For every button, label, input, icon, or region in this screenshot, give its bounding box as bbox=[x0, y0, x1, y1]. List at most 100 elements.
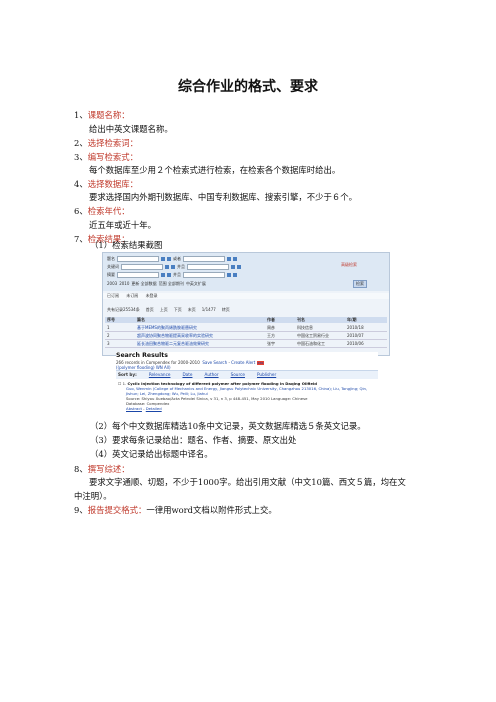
item-8-text: 要求文字通顺、切题，不少于1000字。给出引用文献（中文10篇、西文５篇，均在文 bbox=[89, 477, 406, 487]
row-title[interactable]: 基于MEMS的聚丙烯酰胺驱替研究 bbox=[137, 324, 267, 331]
ev-results-screenshot: Search Results 266 records in Compendex … bbox=[116, 352, 378, 415]
create-alert-link[interactable]: Create Alert bbox=[231, 360, 255, 365]
item-label: 编写检索式： bbox=[87, 152, 138, 162]
expand-icon[interactable] bbox=[233, 272, 237, 277]
search-input[interactable] bbox=[117, 255, 159, 262]
column-header: 作者 bbox=[267, 317, 275, 322]
item-9-text: 一律用word文档以附件形式上交。 bbox=[146, 505, 277, 515]
sort-source[interactable]: Source bbox=[231, 372, 245, 377]
expand-icon[interactable] bbox=[161, 272, 165, 277]
expand-icon[interactable] bbox=[231, 264, 235, 269]
row-year: 2010/07 bbox=[347, 333, 364, 338]
item-label: 课题名称： bbox=[87, 110, 130, 120]
column-header: 篇名 bbox=[137, 317, 145, 322]
item-1: 1、课题名称： bbox=[74, 110, 130, 120]
search-form: 题名 或者 关键词 并且 摘要 并且 2003 2010 更新 全部数据 范围 … bbox=[103, 253, 389, 291]
last-page-link[interactable]: 末页 bbox=[188, 307, 196, 313]
table-row[interactable]: 3 延长油田聚合物驱二元复合驱油效果研究 张宇 中国石油和化工 2010/06 bbox=[105, 340, 387, 348]
item-7-note-3: （3）要求每条记录给出：题名、作者、摘要、原文出处 bbox=[90, 435, 297, 445]
item-label: 撰写综述： bbox=[87, 464, 130, 474]
item-7-note-4: （4）英文记录给出标题中译名。 bbox=[90, 449, 213, 459]
item-number: 9、 bbox=[74, 505, 88, 515]
save-search-link[interactable]: Save Search bbox=[202, 360, 227, 365]
row-author: 王方 bbox=[267, 333, 275, 338]
options-row: 2003 2010 更新 全部数据 范围 全部期刊 中英文扩展 bbox=[107, 281, 206, 287]
field-select[interactable]: 题名 bbox=[107, 256, 115, 262]
row-number: 2 bbox=[107, 333, 110, 338]
search-input[interactable] bbox=[183, 271, 225, 278]
row-author: 张宇 bbox=[267, 341, 275, 346]
logic-select[interactable]: 并且 bbox=[177, 264, 185, 270]
row-number: 3 bbox=[107, 341, 110, 346]
pager-row: 共有记录25534条 首页 上页 下页 末页 1/1477 转页 bbox=[107, 307, 230, 313]
go-button[interactable]: 转页 bbox=[222, 307, 230, 313]
page-indicator: 1/1477 bbox=[201, 307, 216, 312]
search-input[interactable] bbox=[187, 263, 229, 270]
row-journal: 中国化工贸易行业 bbox=[297, 333, 329, 338]
subscribed-button[interactable]: 已订阅 bbox=[107, 293, 119, 298]
row-number: 1 bbox=[107, 325, 110, 330]
expand-icon[interactable] bbox=[227, 272, 231, 277]
abstract-link[interactable]: Abstract bbox=[126, 406, 142, 411]
item-number: 4、 bbox=[74, 179, 88, 189]
item-8-text-cont: 中注明）。 bbox=[74, 491, 112, 501]
item-number: 7、 bbox=[74, 234, 88, 244]
search-input[interactable] bbox=[121, 263, 163, 270]
lang-select[interactable]: 中英文扩展 bbox=[186, 281, 206, 287]
record-authors[interactable]: Guo, Wenmin (College of Mechanics and En… bbox=[118, 386, 376, 396]
item-4: 4、选择数据库： bbox=[74, 179, 138, 189]
logic-select[interactable]: 或者 bbox=[173, 256, 181, 262]
next-page-link[interactable]: 下页 bbox=[174, 307, 182, 313]
item-8: 8、撰写综述： bbox=[74, 464, 130, 474]
sort-label: Sort by: bbox=[118, 372, 137, 377]
item-label: 报告提交格式： bbox=[87, 505, 147, 515]
item-number: 8、 bbox=[74, 464, 88, 474]
table-row[interactable]: 2 超声波协同聚合物驱提高采收率的实验研究 王方 中国化工贸易行业 2010/0… bbox=[105, 332, 387, 340]
expand-icon[interactable] bbox=[237, 264, 241, 269]
advanced-search-link[interactable]: 高级检索 bbox=[341, 262, 357, 268]
not-logged-button[interactable]: 未登录 bbox=[146, 293, 158, 298]
row-journal: 中国石油和化工 bbox=[297, 341, 325, 346]
search-button[interactable]: 检索 bbox=[353, 280, 367, 288]
expand-icon[interactable] bbox=[171, 264, 175, 269]
expand-icon[interactable] bbox=[227, 256, 231, 261]
item-6: 6、检索年代： bbox=[74, 206, 130, 216]
search-input[interactable] bbox=[183, 255, 225, 262]
column-header: 序号 bbox=[107, 317, 115, 322]
item-label: 选择数据库： bbox=[87, 179, 138, 189]
year-to[interactable]: 2010 bbox=[119, 281, 129, 286]
cn-search-screenshot: 题名 或者 关键词 并且 摘要 并且 2003 2010 更新 全部数据 范围 … bbox=[102, 252, 390, 356]
subscription-bar: 已订阅 未订阅 未登录 bbox=[103, 293, 389, 299]
expand-icon[interactable] bbox=[165, 264, 169, 269]
item-3: 3、编写检索式： bbox=[74, 152, 138, 162]
search-row: 关键词 并且 bbox=[107, 263, 241, 270]
sort-select[interactable]: 更新 全部数据 bbox=[131, 281, 156, 287]
expand-icon[interactable] bbox=[167, 272, 171, 277]
sort-author[interactable]: Author bbox=[204, 372, 218, 377]
field-select[interactable]: 关键词 bbox=[107, 264, 119, 270]
sort-date[interactable]: Date bbox=[182, 372, 192, 377]
rss-icon[interactable]: RSS bbox=[256, 361, 265, 365]
table-row[interactable]: 1 基于MEMS的聚丙烯酰胺驱替研究 周彦 科技信息 2010/18 bbox=[105, 324, 387, 332]
search-input[interactable] bbox=[117, 271, 159, 278]
column-header: 年/期 bbox=[347, 317, 357, 322]
scope-select[interactable]: 范围 全部期刊 bbox=[159, 281, 184, 287]
expand-icon[interactable] bbox=[167, 256, 171, 261]
item-label: 选择检索词： bbox=[87, 138, 138, 148]
logic-select[interactable]: 并且 bbox=[173, 272, 181, 278]
item-number: 3、 bbox=[74, 152, 88, 162]
record-count: 共有记录25534条 bbox=[107, 307, 140, 312]
row-title[interactable]: 延长油田聚合物驱二元复合驱油效果研究 bbox=[137, 340, 267, 347]
sort-relevance[interactable]: Relevance bbox=[149, 372, 171, 377]
sort-publisher[interactable]: Publisher bbox=[257, 372, 276, 377]
expand-icon[interactable] bbox=[161, 256, 165, 261]
prev-page-link[interactable]: 上页 bbox=[160, 307, 168, 313]
detailed-link[interactable]: Detailed bbox=[146, 406, 162, 411]
expand-icon[interactable] bbox=[233, 256, 237, 261]
search-row: 题名 或者 bbox=[107, 255, 237, 262]
year-from[interactable]: 2003 bbox=[107, 281, 117, 286]
field-select[interactable]: 摘要 bbox=[107, 272, 115, 278]
unsubscribed-button[interactable]: 未订阅 bbox=[126, 293, 138, 298]
first-page-link[interactable]: 首页 bbox=[146, 307, 154, 313]
row-title[interactable]: 超声波协同聚合物驱提高采收率的实验研究 bbox=[137, 332, 267, 339]
